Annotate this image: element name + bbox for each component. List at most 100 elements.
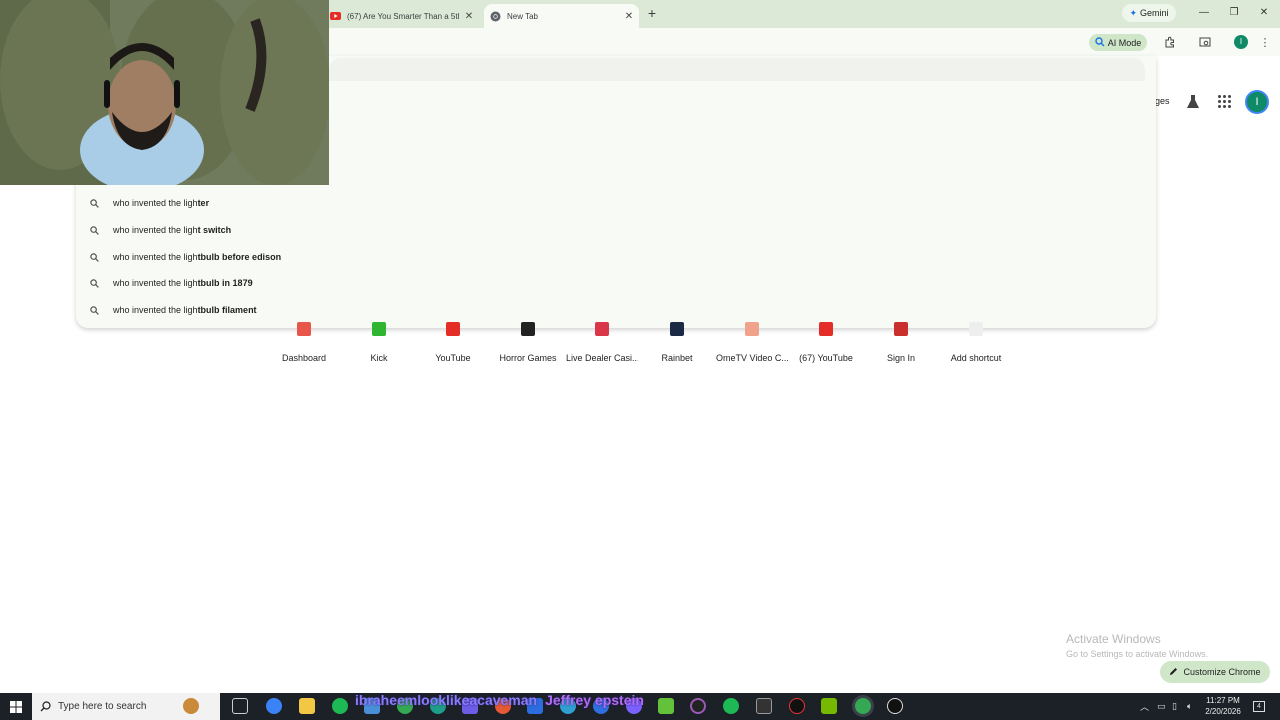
shortcut-sign-in[interactable]: Sign In bbox=[865, 316, 937, 366]
app-icon[interactable] bbox=[658, 698, 674, 714]
shortcut-label: Kick bbox=[370, 353, 388, 363]
spotify-icon[interactable] bbox=[332, 698, 348, 714]
tab-new-tab[interactable]: New Tab ✕ bbox=[484, 4, 639, 28]
shortcut-youtube[interactable]: YouTube bbox=[417, 316, 489, 366]
shortcut-ometv[interactable]: OmeTV Video C... bbox=[716, 316, 788, 366]
search-icon bbox=[32, 701, 58, 712]
ai-mode-label: AI Mode bbox=[1107, 37, 1142, 48]
shortcut-label: Horror Games bbox=[499, 353, 557, 363]
shortcut-favicon-icon bbox=[297, 322, 311, 336]
suggestion-item[interactable]: who invented the ligh t switch bbox=[90, 221, 231, 239]
watermark-title: Activate Windows bbox=[1066, 632, 1161, 646]
search-icon bbox=[90, 278, 102, 288]
shortcut-dashboard[interactable]: Dashboard bbox=[268, 316, 340, 366]
plus-icon bbox=[969, 322, 983, 336]
app-icon[interactable] bbox=[723, 698, 739, 714]
webcam-overlay bbox=[0, 0, 329, 185]
task-view-icon[interactable] bbox=[232, 698, 248, 714]
tab-title: (67) Are You Smarter Than a 5th Grader bbox=[347, 11, 459, 21]
close-icon[interactable]: ✕ bbox=[623, 11, 635, 22]
shortcut-favicon-icon bbox=[819, 322, 833, 336]
restore-button[interactable]: ❐ bbox=[1226, 5, 1242, 21]
chrome-icon bbox=[490, 11, 501, 22]
shortcut-horror-games[interactable]: Horror Games bbox=[492, 316, 564, 366]
shortcut-youtube-2[interactable]: (67) YouTube bbox=[790, 316, 862, 366]
ai-mode-button[interactable]: AI Mode bbox=[1089, 34, 1147, 51]
shortcut-favicon-icon bbox=[521, 322, 535, 336]
clock-time: 11:27 PM bbox=[1206, 696, 1240, 705]
file-explorer-icon[interactable] bbox=[299, 698, 315, 714]
copilot-icon[interactable] bbox=[266, 698, 282, 714]
sparkle-icon: ✦ bbox=[1129, 7, 1138, 18]
activate-windows-watermark: Activate Windows Go to Settings to activ… bbox=[1066, 632, 1208, 659]
shortcut-favicon-icon bbox=[894, 322, 908, 336]
suggestion-item[interactable]: who invented the ligh tbulb before edison bbox=[90, 248, 281, 266]
suggestion-item[interactable]: who invented the ligh tbulb filament bbox=[90, 301, 257, 319]
volume-icon[interactable]: 🔈︎ bbox=[1187, 693, 1192, 720]
menu-icon[interactable]: ⋮ bbox=[1257, 34, 1273, 50]
shortcut-label: OmeTV Video C... bbox=[716, 353, 788, 363]
overlay-name-1: ibraheemlooklikeacaveman bbox=[355, 692, 538, 708]
tray-app-icon[interactable]: ▭ bbox=[1157, 693, 1166, 720]
shortcut-favicon-icon bbox=[745, 322, 759, 336]
app-icon[interactable] bbox=[789, 698, 805, 714]
nvidia-icon[interactable] bbox=[821, 698, 837, 714]
close-icon[interactable]: ✕ bbox=[463, 11, 475, 22]
shortcut-rainbet[interactable]: Rainbet bbox=[641, 316, 713, 366]
customize-label: Customize Chrome bbox=[1183, 667, 1261, 677]
youtube-icon bbox=[330, 11, 341, 22]
muffin-widget-icon[interactable] bbox=[183, 698, 199, 714]
obs-icon[interactable] bbox=[887, 698, 903, 714]
customize-chrome-button[interactable]: Customize Chrome bbox=[1160, 661, 1270, 683]
shortcut-kick[interactable]: Kick bbox=[343, 316, 415, 366]
add-shortcut-button[interactable]: Add shortcut bbox=[940, 316, 1012, 366]
chrome-taskbar-icon[interactable] bbox=[855, 698, 871, 714]
watermark-subtitle: Go to Settings to activate Windows. bbox=[1066, 649, 1209, 659]
suggestion-typed: who invented the ligh bbox=[113, 198, 198, 208]
show-hidden-icons[interactable]: ︿ bbox=[1140, 693, 1149, 720]
suggestion-item[interactable]: who invented the ligh tbulb in 1879 bbox=[90, 274, 253, 292]
app-icon[interactable] bbox=[690, 698, 706, 714]
avatar[interactable]: I bbox=[1234, 35, 1248, 49]
epic-games-icon[interactable] bbox=[756, 698, 772, 714]
images-link[interactable]: ges bbox=[1155, 96, 1170, 106]
pencil-icon bbox=[1169, 667, 1178, 678]
overlay-name-2: Jeffrey epstein bbox=[545, 692, 644, 708]
taskbar-clock[interactable]: 11:27 PM 2/20/2026 bbox=[1200, 695, 1246, 717]
gemini-label: Gemini bbox=[1140, 8, 1169, 18]
suggestion-typed: who invented the ligh bbox=[113, 305, 198, 315]
tab-youtube[interactable]: (67) Are You Smarter Than a 5th Grader ✕ bbox=[330, 4, 480, 28]
notification-icon[interactable]: 4 bbox=[1253, 693, 1265, 720]
shortcut-favicon-icon bbox=[446, 322, 460, 336]
suggestion-typed: who invented the ligh bbox=[113, 278, 198, 288]
avatar[interactable]: I bbox=[1245, 90, 1269, 114]
network-icon[interactable]: ▯ bbox=[1172, 693, 1177, 720]
shortcut-label: Rainbet bbox=[661, 353, 693, 363]
minimize-button[interactable]: — bbox=[1196, 5, 1212, 21]
shortcut-label: Sign In bbox=[886, 353, 916, 363]
new-tab-button[interactable]: + bbox=[645, 5, 659, 21]
windows-start-icon[interactable] bbox=[0, 693, 32, 720]
suggestion-completion: ter bbox=[197, 198, 210, 208]
suggestion-completion: tbulb before edison bbox=[197, 252, 282, 262]
shortcut-label: Add shortcut bbox=[950, 353, 1002, 363]
search-icon bbox=[90, 305, 102, 315]
tab-search-icon[interactable] bbox=[1197, 34, 1213, 50]
suggestion-item[interactable]: who invented the ligh ter bbox=[90, 194, 209, 212]
shortcut-label: Live Dealer Casi... bbox=[566, 353, 638, 363]
close-window-button[interactable]: ✕ bbox=[1256, 5, 1272, 21]
gemini-button[interactable]: ✦ Gemini bbox=[1122, 4, 1176, 22]
labs-flask-icon[interactable] bbox=[1186, 94, 1200, 110]
omnibox-input[interactable] bbox=[329, 58, 1145, 81]
extensions-icon[interactable] bbox=[1162, 34, 1178, 50]
suggestion-typed: who invented the ligh bbox=[113, 252, 198, 262]
taskbar-search-placeholder: Type here to search bbox=[58, 701, 147, 712]
search-icon bbox=[90, 252, 102, 262]
apps-grid-icon[interactable] bbox=[1218, 95, 1232, 109]
search-icon bbox=[90, 198, 102, 208]
suggestion-typed: who invented the ligh bbox=[113, 225, 198, 235]
ai-search-icon bbox=[1095, 36, 1105, 49]
shortcut-label: YouTube bbox=[435, 353, 471, 363]
shortcut-live-dealer-casino[interactable]: Live Dealer Casi... bbox=[566, 316, 638, 366]
suggestion-completion: tbulb filament bbox=[197, 305, 257, 315]
